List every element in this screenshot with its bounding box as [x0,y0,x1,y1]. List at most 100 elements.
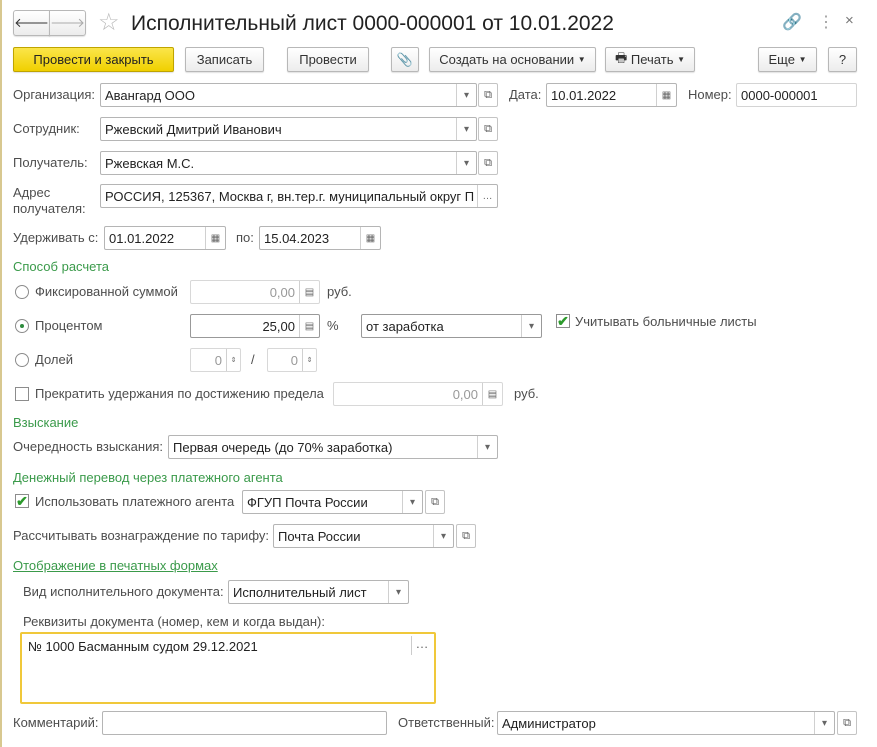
tariff-select[interactable]: Почта России ▾ [273,524,454,548]
agent-select[interactable]: ФГУП Почта России ▾ [242,490,423,514]
open-icon[interactable]: ⧉ [837,711,857,735]
use-agent-label: Использовать платежного агента [35,494,235,509]
hold-from-field[interactable]: 01.01.2022 ▦ [104,226,226,250]
dropdown-icon[interactable]: ▾ [388,581,408,603]
percent-radio[interactable] [15,319,29,333]
calendar-icon[interactable]: ▦ [360,227,380,249]
limit-rub-label: руб. [514,386,539,401]
limit-checkbox[interactable] [15,387,29,401]
priority-label: Очередность взыскания: [13,439,163,454]
sick-checkbox[interactable]: ✔ [556,314,570,328]
recipient-field[interactable]: Ржевская М.С. ▾ [100,151,477,175]
share-num-field[interactable]: 0 ⇕ [190,348,241,372]
dropdown-icon[interactable]: ▾ [477,436,497,458]
ellipsis-icon[interactable]: … [411,636,432,655]
date-field[interactable]: 10.01.2022 ▦ [546,83,677,107]
calculator-icon[interactable]: ▤ [299,281,319,303]
dropdown-icon[interactable]: ▾ [456,84,476,106]
dropdown-icon[interactable]: ▾ [521,315,541,337]
hold-to-field[interactable]: 15.04.2023 ▦ [259,226,381,250]
dropdown-arrow-icon: ▼ [577,55,586,64]
recovery-heading: Взыскание [13,415,79,430]
star-icon[interactable]: ☆ [98,8,120,37]
open-icon[interactable]: ⧉ [478,83,498,107]
percent-sign: % [327,318,339,333]
help-button[interactable]: ? [828,47,857,72]
percent-base-select[interactable]: от заработка ▾ [361,314,542,338]
more-button[interactable]: Еще ▼ [758,47,817,72]
spinner-icon[interactable]: ⇕ [302,349,316,371]
priority-select[interactable]: Первая очередь (до 70% заработка) ▾ [168,435,498,459]
left-border [0,0,2,747]
employee-label: Сотрудник: [13,121,80,136]
open-icon[interactable]: ⧉ [456,524,476,548]
share-label: Долей [35,352,73,367]
fixed-field[interactable]: 0,00 ▤ [190,280,320,304]
back-button[interactable]: 🡐 [13,10,50,36]
rub-label: руб. [327,284,352,299]
open-icon[interactable]: ⧉ [478,151,498,175]
paperclip-icon: 📎 [396,51,414,67]
responsible-select[interactable]: Администратор ▾ [497,711,835,735]
post-and-close-button[interactable]: Провести и закрыть [13,47,174,72]
create-based-button[interactable]: Создать на основании ▼ [429,47,596,72]
comment-field[interactable] [102,711,387,735]
address-field[interactable]: РОССИЯ, 125367, Москва г, вн.тер.г. муни… [100,184,498,208]
calculator-icon[interactable]: ▤ [299,315,319,337]
details-label: Реквизиты документа (номер, кем и когда … [23,614,325,629]
spinner-icon[interactable]: ⇕ [226,349,240,371]
share-sep: / [251,352,255,367]
org-field[interactable]: Авангард ООО ▾ [100,83,477,107]
dropdown-icon[interactable]: ▾ [433,525,453,547]
calendar-icon[interactable]: ▦ [656,84,676,106]
open-icon[interactable]: ⧉ [425,490,445,514]
more-vert-icon[interactable]: ⋮ [818,12,834,32]
use-agent-checkbox[interactable]: ✔ [15,494,29,508]
dropdown-icon[interactable]: ▾ [456,118,476,140]
hold-from-label: Удерживать с: [13,230,99,245]
address-label: Адрес получателя: [13,185,86,216]
link-icon[interactable]: 🔗 [782,12,802,32]
ellipsis-icon[interactable]: … [477,185,497,207]
dropdown-arrow-icon: ▼ [798,55,807,64]
limit-field[interactable]: 0,00 ▤ [333,382,503,406]
dropdown-icon[interactable]: ▾ [402,491,422,513]
attach-button[interactable]: 📎 [391,47,419,72]
fixed-radio[interactable] [15,285,29,299]
dropdown-icon[interactable]: ▾ [814,712,834,734]
print-forms-link[interactable]: Отображение в печатных формах [13,558,218,574]
percent-label: Процентом [35,318,103,333]
calendar-icon[interactable]: ▦ [205,227,225,249]
limit-label: Прекратить удержания по достижению преде… [35,386,324,401]
close-icon[interactable]: × [845,12,854,29]
sick-label: Учитывать больничные листы [575,314,757,329]
employee-field[interactable]: Ржевский Дмитрий Иванович ▾ [100,117,477,141]
forward-button[interactable]: 🡒 [49,10,86,36]
share-den-field[interactable]: 0 ⇕ [267,348,317,372]
open-icon[interactable]: ⧉ [478,117,498,141]
printer-icon: 🖶 [614,49,628,65]
number-label: Номер: [688,87,732,102]
doc-type-select[interactable]: Исполнительный лист ▾ [228,580,409,604]
responsible-label: Ответственный: [398,715,495,730]
date-label: Дата: [509,87,542,102]
save-button[interactable]: Записать [185,47,264,72]
details-textarea[interactable]: № 1000 Басманным судом 29.12.2021 [20,632,436,704]
hold-to-label: по: [236,230,254,245]
dropdown-icon[interactable]: ▾ [456,152,476,174]
recipient-label: Получатель: [13,155,88,170]
calculator-icon[interactable]: ▤ [482,383,502,405]
transfer-heading: Денежный перевод через платежного агента [13,470,283,485]
calc-heading: Способ расчета [13,259,110,274]
page-title: Исполнительный лист 0000-000001 от 10.01… [131,12,614,35]
dropdown-arrow-icon: ▼ [677,55,686,64]
percent-field[interactable]: 25,00 ▤ [190,314,320,338]
share-radio[interactable] [15,353,29,367]
comment-label: Комментарий: [13,715,99,730]
number-field[interactable]: 0000-000001 [736,83,857,107]
fixed-label: Фиксированной суммой [35,284,178,299]
tariff-label: Рассчитывать вознаграждение по тарифу: [13,528,269,543]
post-button[interactable]: Провести [287,47,369,72]
org-label: Организация: [13,87,96,102]
print-button[interactable]: 🖶 Печать ▼ [605,47,695,72]
